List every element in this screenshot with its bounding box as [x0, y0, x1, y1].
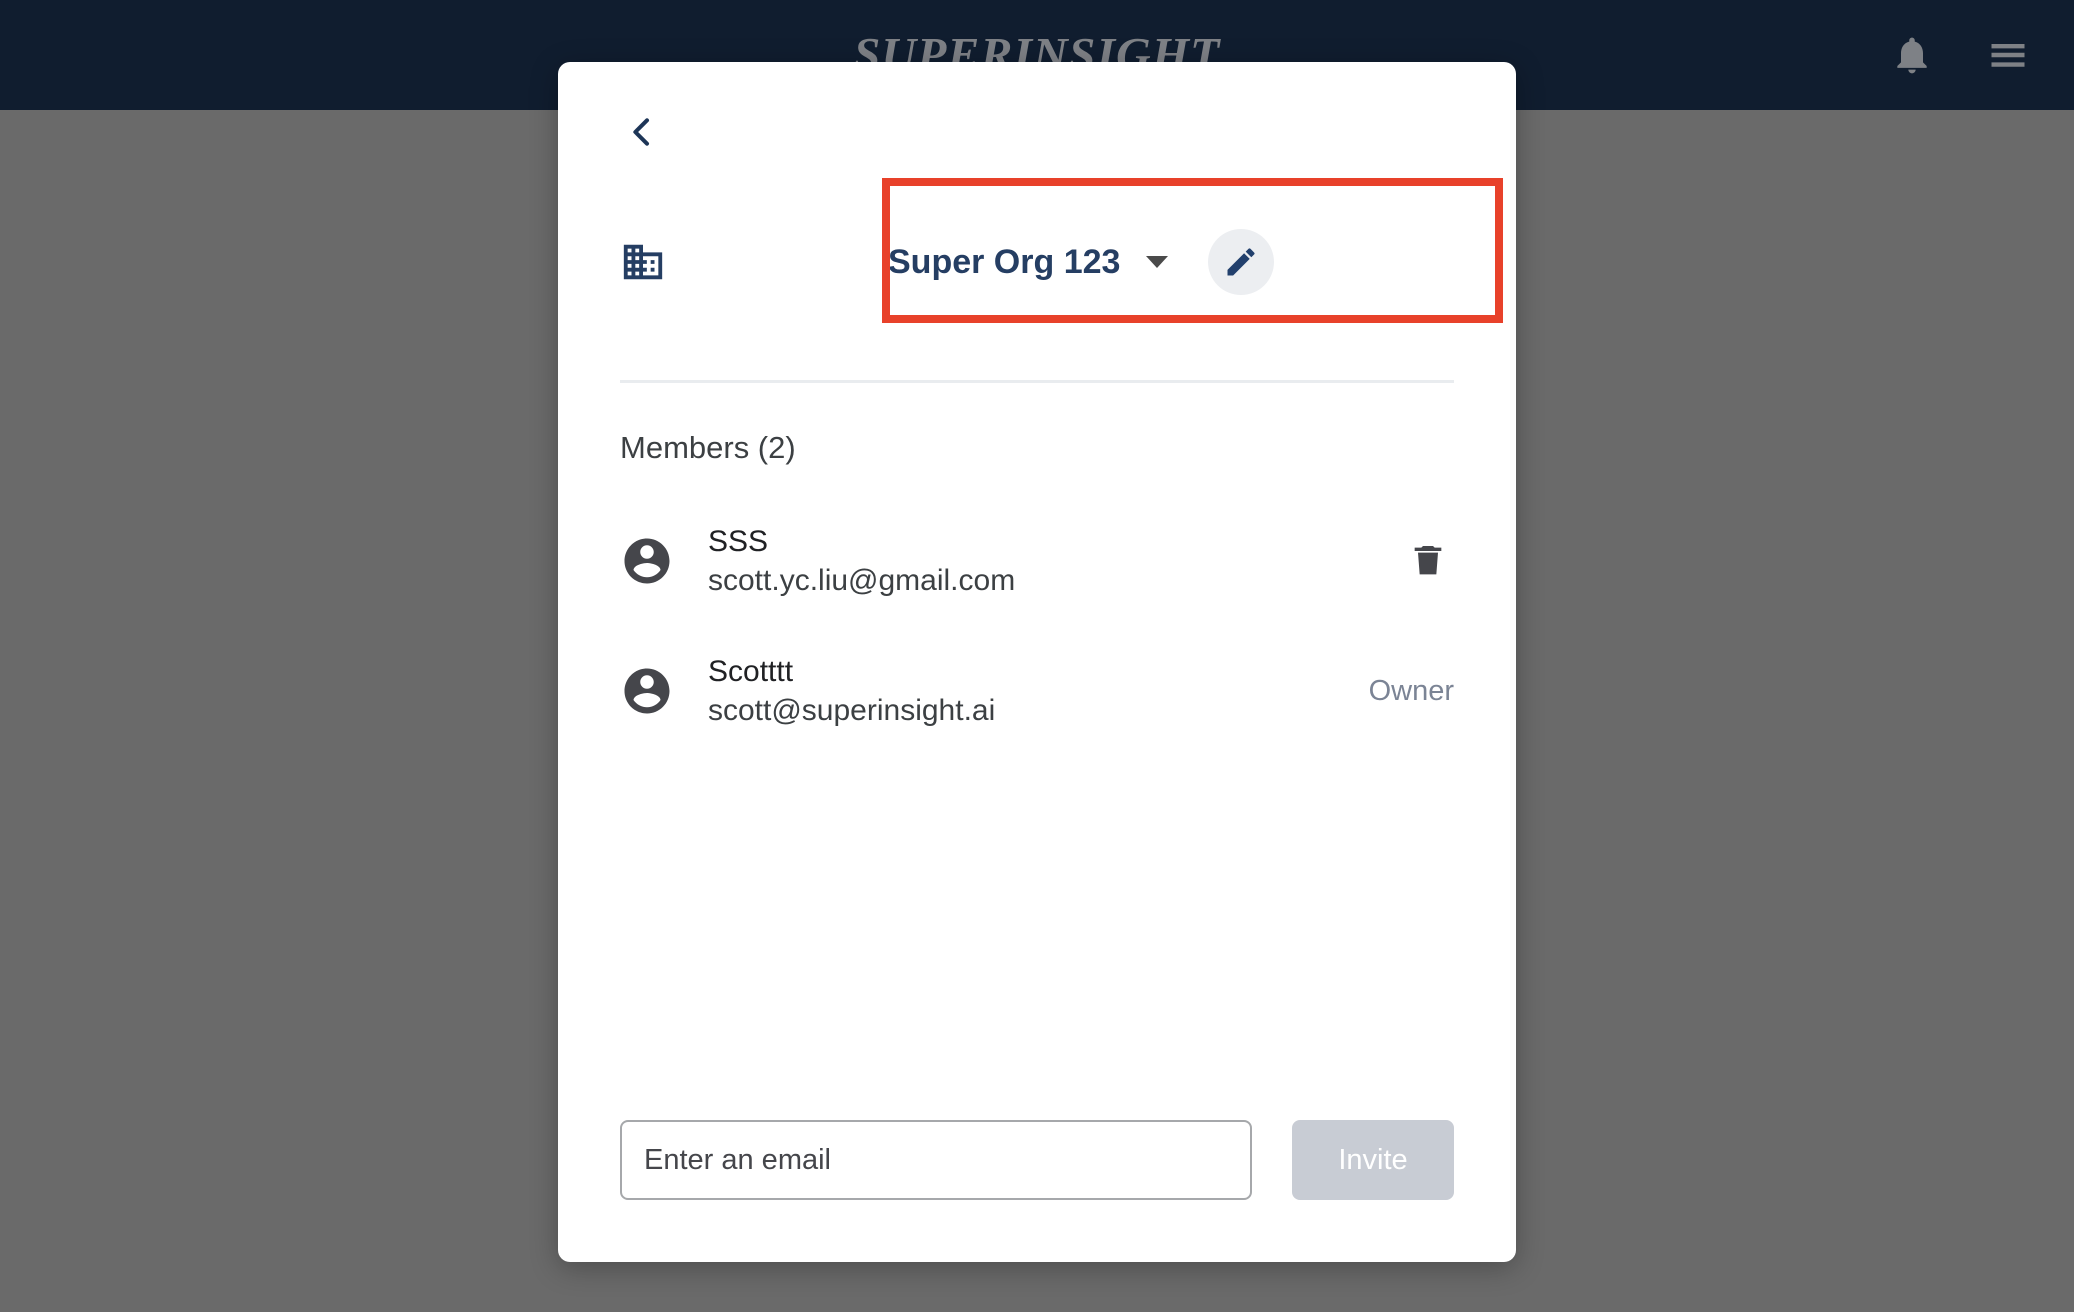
invite-member-row: Invite [620, 1120, 1454, 1200]
back-button[interactable] [614, 104, 670, 160]
account-circle-icon [620, 664, 674, 718]
organization-selector: Super Org 123 [888, 229, 1275, 295]
trash-icon [1414, 546, 1442, 575]
hamburger-menu-icon[interactable] [1986, 33, 2030, 77]
member-row[interactable]: Scotttt scott@superinsight.ai Owner [558, 626, 1516, 756]
members-heading: Members (2) [620, 430, 796, 465]
member-row[interactable]: SSS scott.yc.liu@gmail.com [558, 496, 1516, 626]
bell-icon[interactable] [1890, 33, 1934, 77]
edit-organization-button[interactable] [1208, 229, 1275, 295]
chevron-down-icon[interactable] [1146, 256, 1169, 268]
invite-email-input[interactable] [620, 1120, 1252, 1200]
organization-header-row: Super Org 123 [558, 207, 1516, 317]
member-role-badge: Owner [1368, 674, 1454, 707]
member-email: scott@superinsight.ai [708, 693, 996, 727]
member-action [1402, 535, 1454, 587]
member-name: SSS [708, 525, 769, 558]
organization-members-dialog: Super Org 123 Members (2) SSS scott.yc.l… [558, 62, 1516, 1262]
organization-divider [620, 380, 1454, 383]
chevron-left-icon [633, 118, 649, 146]
members-list: SSS scott.yc.liu@gmail.com Scotttt scott… [558, 496, 1516, 756]
member-identity: Scotttt scott@superinsight.ai [708, 656, 995, 726]
member-identity: SSS scott.yc.liu@gmail.com [708, 526, 1015, 596]
invite-button[interactable]: Invite [1292, 1120, 1454, 1200]
account-circle-icon [620, 534, 674, 588]
remove-member-button[interactable] [1402, 535, 1454, 587]
member-email: scott.yc.liu@gmail.com [708, 563, 1016, 597]
top-bar-actions [1890, 0, 2030, 110]
member-action: Owner [1369, 675, 1454, 708]
pencil-edit-icon [1227, 248, 1255, 276]
organization-name[interactable]: Super Org 123 [888, 243, 1120, 282]
domain-building-icon [620, 239, 666, 285]
member-name: Scotttt [708, 655, 794, 688]
